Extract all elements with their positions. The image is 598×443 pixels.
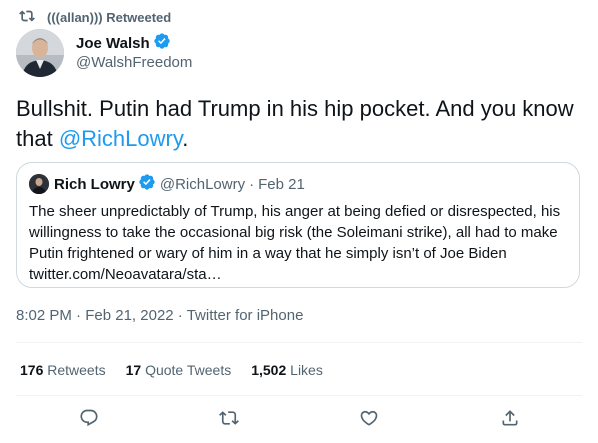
reply-icon[interactable] [79,408,101,430]
tweet-text: Bullshit. Putin had Trump in his hip poc… [16,94,582,154]
timestamp-separator-1: · [76,307,82,324]
tweet-source[interactable]: Twitter for iPhone [187,307,304,324]
retweet-small-icon [19,8,47,27]
retweeted-by-label: (((allan))) Retweeted [47,9,172,25]
quoted-author-name: Rich Lowry [54,175,135,193]
quoted-tweet-header: Rich Lowry @RichLowry · Feb 21 [29,174,305,194]
heart-icon[interactable] [359,408,381,430]
divider-top [16,342,582,343]
retweets-stat[interactable]: 176 Retweets [20,362,106,378]
author-avatar[interactable] [16,29,64,77]
quoted-author-handle: @RichLowry [159,175,246,193]
retweet-icon[interactable] [219,408,241,430]
author-name[interactable]: Joe Walsh [76,35,150,52]
divider-bottom [16,395,582,396]
quoted-meta-separator: · [249,175,255,193]
mention-link[interactable]: @RichLowry [59,126,182,151]
tweet-action-bar [0,408,598,430]
quote-tweets-stat[interactable]: 17 Quote Tweets [126,362,232,378]
tweet-date[interactable]: Feb 21, 2022 [85,307,173,324]
timestamp-separator-2: · [177,307,183,324]
verified-badge-icon [150,32,171,54]
engagement-stats: 176 Retweets 17 Quote Tweets 1,502 Likes [20,362,343,378]
likes-stat[interactable]: 1,502 Likes [251,362,323,378]
quoted-verified-badge-icon [135,173,156,195]
tweet-timestamp-row: 8:02 PM · Feb 21, 2022 · Twitter for iPh… [16,307,303,324]
likes-label: Likes [290,362,323,378]
retweets-label: Retweets [47,362,106,378]
share-icon[interactable] [500,408,522,430]
likes-count: 1,502 [251,362,287,378]
quoted-tweet-text: The sheer unpredictably of Trump, his an… [29,203,561,283]
quoted-tweet-card[interactable]: Rich Lowry @RichLowry · Feb 21 The sheer… [16,162,580,288]
quoted-tweet-date: Feb 21 [258,175,305,193]
quoted-author-avatar [29,174,49,194]
retweet-indicator[interactable]: (((allan))) Retweeted [19,8,171,26]
quote-tweets-label: Quote Tweets [145,362,232,378]
author-block: Joe Walsh @WalshFreedom [76,33,192,71]
tweet-time[interactable]: 8:02 PM [16,307,72,324]
author-handle[interactable]: @WalshFreedom [76,54,192,71]
tweet-text-end: . [182,126,189,151]
retweets-count: 176 [20,362,44,378]
quote-tweets-count: 17 [125,362,142,378]
